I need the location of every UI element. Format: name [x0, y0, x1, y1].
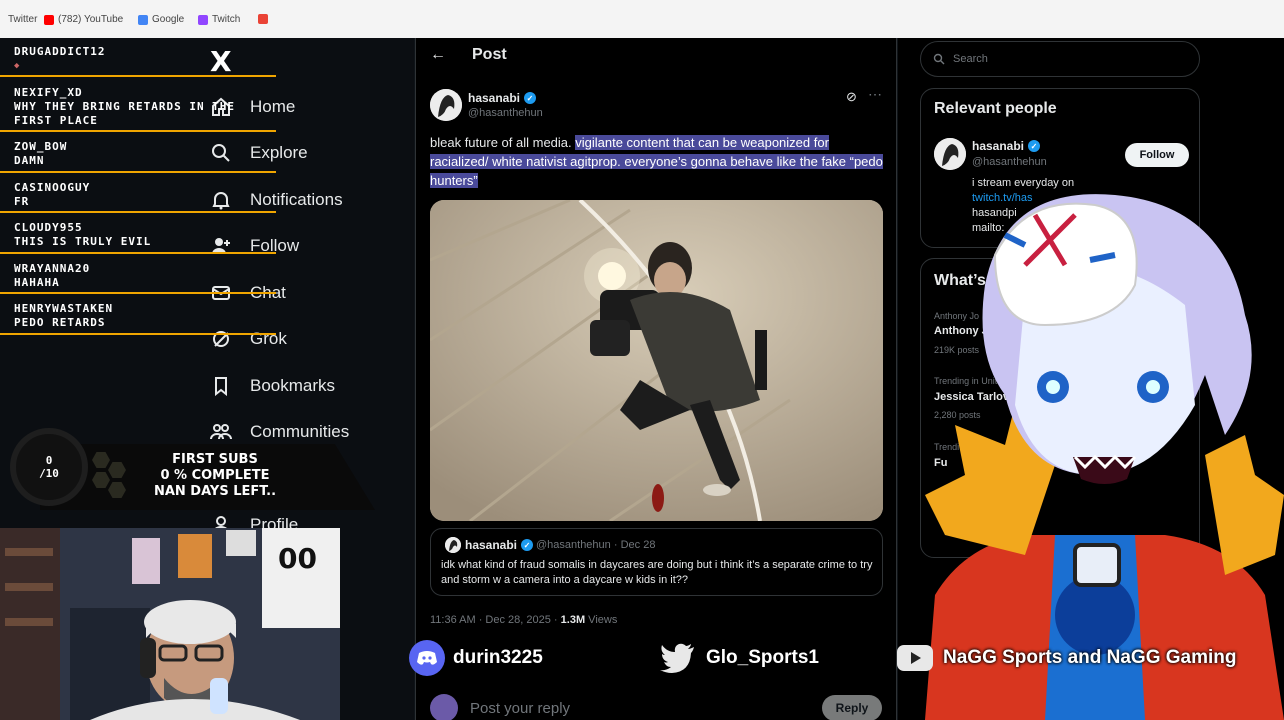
avatar: [445, 537, 461, 553]
person-name[interactable]: hasanabi ✓: [972, 139, 1041, 153]
grok-icon: [210, 328, 232, 350]
chat-divider: [0, 252, 276, 254]
chat-divider: [0, 211, 276, 213]
google-icon: [258, 14, 268, 24]
bookmark-google[interactable]: Google: [138, 14, 184, 25]
post-media-image[interactable]: [430, 200, 883, 521]
social-banner: durin3225 Glo_Sports1 NaGG Sports and Na…: [405, 640, 1284, 680]
chat-message: NEXIFY_XD WHY THEY BRING RETARDS IN THE …: [14, 86, 236, 127]
person-handle: @hasanthehun: [972, 156, 1047, 168]
youtube-icon: [44, 14, 54, 25]
avatar[interactable]: [934, 138, 966, 170]
discord-icon: [409, 640, 445, 676]
verified-icon: ✓: [524, 92, 537, 104]
chat-divider: [0, 75, 276, 77]
chat-message: CLOUDY955 THIS IS TRULY EVIL: [14, 221, 152, 248]
post-timestamp: 11:36 AM · Dec 28, 2025 · 1.3M Views: [430, 614, 618, 626]
chat-message: WRAYANNA20 HAHAHA: [14, 262, 91, 289]
reply-button[interactable]: Reply: [822, 695, 882, 720]
nav-grok[interactable]: Grok: [210, 328, 287, 350]
media-scene: [430, 200, 883, 521]
twitter-handle: Glo_Sports1: [658, 640, 819, 676]
chat-badge-icon: ◆: [14, 61, 21, 71]
webcam-scene: 00: [0, 528, 340, 720]
reply-input[interactable]: Post your reply: [470, 700, 822, 717]
post-author[interactable]: hasanabi ✓: [468, 91, 537, 105]
post-text: bleak future of all media. vigilante con…: [430, 135, 883, 188]
twitch-icon: [198, 14, 208, 25]
chat-message: CASINOOGUY FR: [14, 181, 91, 208]
follow-button[interactable]: Follow: [1125, 143, 1189, 167]
chat-message: HENRYWASTAKEN PEDO RETARDS: [14, 302, 114, 329]
reply-bar: Post your reply Reply: [430, 694, 882, 720]
relevant-people-title: Relevant people: [934, 100, 1057, 117]
youtube-icon: [895, 640, 935, 676]
vtuber-avatar: [905, 175, 1284, 720]
chat-divider: [0, 130, 276, 132]
google-icon: [138, 14, 148, 25]
quote-author: hasanabi ✓: [465, 538, 534, 552]
back-arrow-icon[interactable]: ←: [430, 46, 446, 64]
chat-divider: [0, 171, 276, 173]
nav-bookmarks[interactable]: Bookmarks: [210, 375, 335, 397]
twitter-bird-icon: [658, 640, 698, 676]
bookmarks-bar: Twitter (782) YouTube Google Twitch: [0, 0, 1284, 38]
chat-divider: [0, 292, 276, 294]
page-title: Post: [472, 46, 507, 63]
grok-icon[interactable]: ⊘: [846, 89, 857, 105]
search-input[interactable]: Search: [920, 41, 1200, 77]
verified-icon: ✓: [521, 539, 534, 551]
sub-goal-widget: 0 /10 FIRST SUBS 0 % COMPLETE NAN DAYS L…: [0, 422, 380, 532]
quote-text: idk what kind of fraud somalis in daycar…: [441, 559, 873, 586]
search-icon: [933, 53, 945, 65]
webcam-feed: 00: [0, 528, 340, 720]
svg-text:00: 00: [278, 542, 317, 575]
chat-message: DRUGADDICT12 ◆: [14, 45, 276, 73]
post-header: ← Post: [430, 46, 507, 64]
bookmark-twitch[interactable]: Twitch: [198, 14, 240, 25]
bookmark-icon: [210, 375, 232, 397]
post-handle[interactable]: @hasanthehun: [468, 107, 543, 119]
quoted-post[interactable]: hasanabi ✓ @hasanthehun · Dec 28 idk wha…: [430, 528, 883, 596]
chat-message: ZOW_BOW DAMN: [14, 140, 68, 167]
goal-text: FIRST SUBS 0 % COMPLETE NAN DAYS LEFT..: [153, 452, 277, 499]
goal-progress-circle: 0 /10: [10, 428, 88, 506]
more-icon[interactable]: ⋯: [868, 86, 882, 103]
verified-icon: ✓: [1028, 140, 1041, 152]
avatar[interactable]: [430, 89, 462, 121]
quote-handle: @hasanthehun · Dec 28: [536, 539, 656, 551]
chat-divider: [0, 333, 276, 335]
vtuber-illustration: [925, 194, 1284, 720]
bookmark-twitter[interactable]: Twitter: [8, 14, 37, 25]
discord-handle: durin3225: [409, 640, 543, 676]
bookmark-youtube[interactable]: (782) YouTube: [44, 14, 123, 25]
bookmark-google-2[interactable]: [258, 14, 268, 24]
user-avatar: [430, 694, 458, 720]
youtube-handle: NaGG Sports and NaGG Gaming: [895, 640, 1237, 676]
